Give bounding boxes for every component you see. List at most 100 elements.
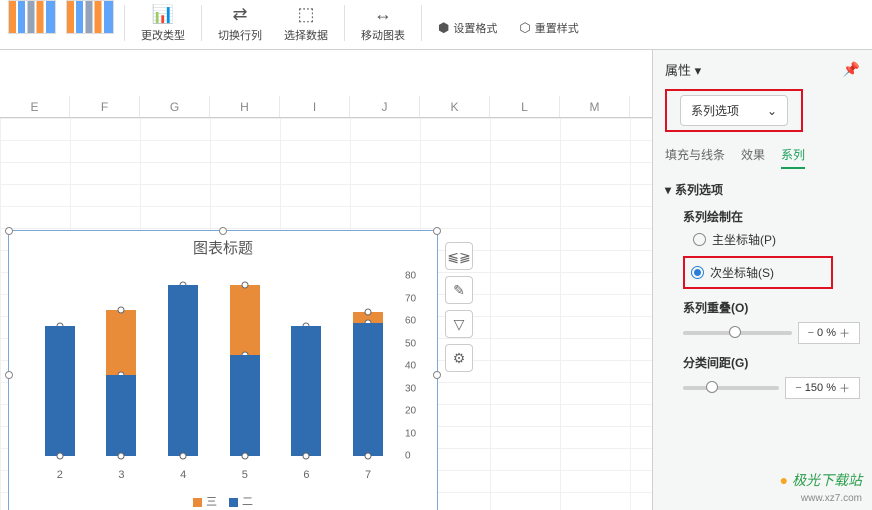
move-chart-button[interactable]: ↔ 移动图表 bbox=[355, 0, 411, 45]
gap-slider[interactable] bbox=[683, 386, 779, 390]
select-data-button[interactable]: ⬚ 选择数据 bbox=[278, 0, 334, 45]
tab-series[interactable]: 系列 bbox=[781, 146, 805, 169]
primary-axis-radio[interactable]: 主坐标轴(P) bbox=[693, 231, 860, 248]
column-headers: E F G H I J K L M bbox=[0, 96, 652, 118]
chart-elements-button[interactable]: ⫹⫺ bbox=[445, 242, 473, 270]
col-header[interactable]: K bbox=[420, 96, 490, 117]
chart-mini-toolbar: ⫹⫺ ✎ ▽ ⚙ bbox=[445, 242, 473, 372]
bar-group[interactable] bbox=[163, 285, 203, 456]
resize-handle[interactable] bbox=[5, 227, 13, 235]
button-label: 更改类型 bbox=[141, 27, 185, 43]
col-header[interactable]: G bbox=[140, 96, 210, 117]
change-chart-type-button[interactable]: 📊 更改类型 bbox=[135, 0, 191, 45]
radio-label: 次坐标轴(S) bbox=[710, 264, 774, 281]
tab-effects[interactable]: 效果 bbox=[741, 146, 765, 169]
swap-icon: ⇄ bbox=[232, 4, 247, 25]
panel-header: 属性 ▾ 📌 bbox=[665, 60, 860, 79]
chart-style-button[interactable]: ✎ bbox=[445, 276, 473, 304]
data-point-handle[interactable] bbox=[303, 453, 310, 460]
bar-segment-blue[interactable] bbox=[45, 326, 75, 457]
chevron-down-icon: ▾ bbox=[665, 183, 671, 197]
chart-settings-button[interactable]: ⚙ bbox=[445, 344, 473, 372]
bar-segment-blue[interactable] bbox=[230, 355, 260, 456]
secondary-axis-radio[interactable]: 次坐标轴(S) bbox=[691, 264, 825, 281]
bar-segment-blue[interactable] bbox=[168, 285, 198, 456]
chart-preset-thumb[interactable] bbox=[8, 0, 56, 34]
plus-icon[interactable]: ＋ bbox=[836, 380, 853, 396]
radio-icon bbox=[693, 233, 706, 246]
col-header[interactable]: I bbox=[280, 96, 350, 117]
data-point-handle[interactable] bbox=[118, 453, 125, 460]
bar-group[interactable] bbox=[101, 310, 141, 456]
chart-title[interactable]: 图表标题 bbox=[9, 231, 437, 260]
bar-segment-orange[interactable] bbox=[106, 310, 136, 375]
axis-tick: 20 bbox=[405, 406, 416, 417]
spinner-value: 0 % bbox=[817, 327, 836, 339]
slider-thumb[interactable] bbox=[706, 381, 718, 393]
tab-fill-line[interactable]: 填充与线条 bbox=[665, 146, 725, 169]
section-series-options[interactable]: ▾ 系列选项 bbox=[665, 181, 860, 198]
data-point-handle[interactable] bbox=[365, 309, 372, 316]
gap-width-control: − 150 % ＋ bbox=[683, 377, 860, 399]
button-label: 重置样式 bbox=[535, 20, 579, 36]
data-point-handle[interactable] bbox=[365, 453, 372, 460]
axis-tick: 5 bbox=[242, 469, 248, 481]
data-point-handle[interactable] bbox=[180, 453, 187, 460]
watermark: ● 极光下载站 www.xz7.com bbox=[780, 473, 862, 504]
series-overlap-control: − 0 % ＋ bbox=[683, 322, 860, 344]
bar-segment-blue[interactable] bbox=[106, 375, 136, 456]
data-point-handle[interactable] bbox=[56, 453, 63, 460]
plus-icon[interactable]: ＋ bbox=[836, 325, 853, 341]
resize-handle[interactable] bbox=[219, 227, 227, 235]
axis-tick: 70 bbox=[405, 293, 416, 304]
bar-group[interactable] bbox=[40, 326, 80, 457]
resize-handle[interactable] bbox=[5, 371, 13, 379]
separator bbox=[201, 5, 202, 41]
bar-segment-blue[interactable] bbox=[353, 323, 383, 456]
col-header[interactable]: E bbox=[0, 96, 70, 117]
col-header[interactable]: M bbox=[560, 96, 630, 117]
legend-item[interactable]: 二 bbox=[229, 493, 253, 509]
slider-thumb[interactable] bbox=[729, 326, 741, 338]
swap-rows-cols-button[interactable]: ⇄ 切换行列 bbox=[212, 0, 268, 45]
overlap-spinner[interactable]: − 0 % ＋ bbox=[798, 322, 860, 344]
dropdown-label: 系列选项 bbox=[691, 102, 739, 119]
data-point-handle[interactable] bbox=[241, 282, 248, 289]
minus-icon[interactable]: − bbox=[792, 382, 804, 394]
chart-elements-icon: ⫹⫺ bbox=[447, 248, 470, 265]
chart-filter-button[interactable]: ▽ bbox=[445, 310, 473, 338]
spreadsheet-area[interactable]: E F G H I J K L M 图表标题 0102030405060708 bbox=[0, 50, 652, 510]
axis-tick: 80 bbox=[405, 271, 416, 282]
bar-segment-orange[interactable] bbox=[230, 285, 260, 355]
series-options-dropdown[interactable]: 系列选项 ⌄ bbox=[680, 95, 788, 126]
overlap-slider[interactable] bbox=[683, 331, 792, 335]
bar-group[interactable] bbox=[225, 285, 265, 456]
plot-area[interactable] bbox=[29, 276, 399, 456]
col-header[interactable]: F bbox=[70, 96, 140, 117]
data-point-handle[interactable] bbox=[241, 453, 248, 460]
reset-style-button[interactable]: ⬡ 重置样式 bbox=[513, 18, 584, 38]
resize-handle[interactable] bbox=[433, 371, 441, 379]
chart-preset-thumb[interactable] bbox=[66, 0, 114, 34]
col-header[interactable]: L bbox=[490, 96, 560, 117]
brush-icon: ✎ bbox=[453, 282, 465, 299]
pin-icon[interactable]: 📌 bbox=[843, 61, 860, 78]
col-header[interactable]: J bbox=[350, 96, 420, 117]
highlight-box: 次坐标轴(S) bbox=[683, 256, 833, 289]
set-format-button[interactable]: ⬢ 设置格式 bbox=[432, 18, 503, 38]
chart-legend[interactable]: 三 二 bbox=[9, 493, 437, 509]
chart-object[interactable]: 图表标题 01020304050607080 234567 三 二 bbox=[8, 230, 438, 510]
brand-text: 极光下载站 bbox=[792, 472, 862, 488]
minus-icon[interactable]: − bbox=[805, 327, 817, 339]
gap-spinner[interactable]: − 150 % ＋ bbox=[785, 377, 860, 399]
resize-handle[interactable] bbox=[433, 227, 441, 235]
col-header[interactable]: H bbox=[210, 96, 280, 117]
data-point-handle[interactable] bbox=[118, 306, 125, 313]
legend-item[interactable]: 三 bbox=[193, 493, 217, 509]
bar-group[interactable] bbox=[286, 326, 326, 457]
spinner-value: 150 % bbox=[805, 382, 836, 394]
bar-segment-blue[interactable] bbox=[291, 326, 321, 457]
legend-label: 三 bbox=[206, 496, 217, 508]
properties-panel: 属性 ▾ 📌 系列选项 ⌄ 填充与线条 效果 系列 ▾ 系列选项 系列绘制在 主… bbox=[652, 50, 872, 510]
bar-group[interactable] bbox=[348, 312, 388, 456]
